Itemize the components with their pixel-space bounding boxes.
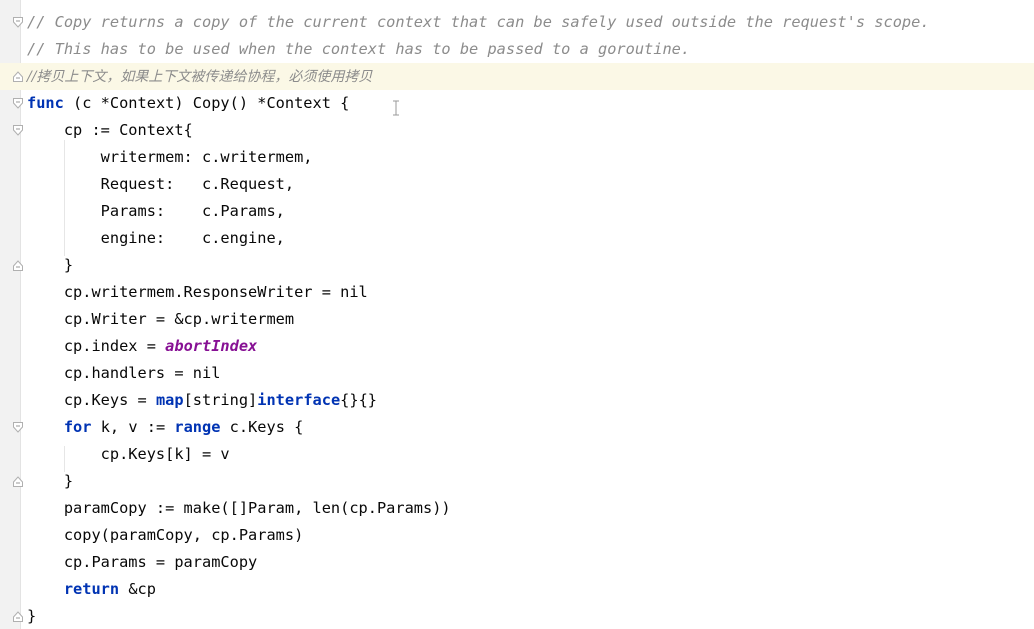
code-token: {}{} (340, 391, 377, 409)
keyword-token: map (155, 391, 184, 409)
keyword-token: range (174, 418, 221, 436)
code-token: &cp (119, 580, 156, 598)
keyword-token: interface (257, 391, 341, 409)
code-token: cp := Context{ (27, 121, 193, 139)
fold-end-icon[interactable] (12, 476, 24, 487)
code-text: copy(paramCopy, cp.Params) (27, 522, 303, 549)
code-text: cp.writermem.ResponseWriter = nil (27, 279, 368, 306)
code-line[interactable]: return &cp (0, 576, 1034, 603)
code-line[interactable]: engine: c.engine, (0, 225, 1034, 252)
code-text: engine: c.engine, (27, 225, 285, 252)
constant-token: abortIndex (165, 337, 258, 355)
code-token: Params: c.Params, (27, 202, 285, 220)
fold-end-icon[interactable] (12, 260, 24, 271)
code-token: cp.Keys = (27, 391, 156, 409)
code-text: } (27, 468, 73, 495)
code-text: Request: c.Request, (27, 171, 294, 198)
code-text: paramCopy := make([]Param, len(cp.Params… (27, 495, 451, 522)
code-token: cp.Writer = &cp.writermem (27, 310, 295, 328)
code-line[interactable]: cp.Keys = map[string]interface{}{} (0, 387, 1034, 414)
keyword-token: return (63, 580, 120, 598)
code-line[interactable]: // Copy returns a copy of the current co… (0, 9, 1034, 36)
fold-collapse-icon[interactable] (12, 98, 24, 109)
code-text: } (27, 603, 36, 629)
code-line[interactable]: writermem: c.writermem, (0, 144, 1034, 171)
code-token: (c *Context) Copy() *Context { (63, 94, 350, 112)
code-text: for k, v := range c.Keys { (27, 414, 303, 441)
code-token: Request: c.Request, (27, 175, 295, 193)
code-text: cp.handlers = nil (27, 360, 221, 387)
code-token: c.Keys { (220, 418, 304, 436)
keyword-token: func (27, 94, 64, 112)
code-token: cp.Keys[k] = v (27, 445, 230, 463)
code-line[interactable]: cp.writermem.ResponseWriter = nil (0, 279, 1034, 306)
code-line[interactable]: copy(paramCopy, cp.Params) (0, 522, 1034, 549)
fold-collapse-icon[interactable] (12, 422, 24, 433)
comment-token: // This has to be used when the context … (27, 40, 691, 58)
code-token: cp.writermem.ResponseWriter = nil (27, 283, 368, 301)
code-line[interactable]: cp := Context{ (0, 117, 1034, 144)
code-token: } (27, 472, 74, 490)
code-text: cp := Context{ (27, 117, 193, 144)
fold-collapse-icon[interactable] (12, 17, 24, 28)
keyword-token: for (63, 418, 92, 436)
code-line[interactable]: Params: c.Params, (0, 198, 1034, 225)
code-text: } (27, 252, 73, 279)
code-text: writermem: c.writermem, (27, 144, 313, 171)
code-line[interactable]: //拷贝上下文，如果上下文被传递给协程，必须使用拷贝 (0, 63, 1034, 90)
code-token: cp.handlers = nil (27, 364, 221, 382)
code-text: cp.Params = paramCopy (27, 549, 257, 576)
code-line[interactable]: cp.Params = paramCopy (0, 549, 1034, 576)
code-text: cp.Keys = map[string]interface{}{} (27, 387, 377, 414)
text-cursor-icon (392, 100, 400, 116)
code-text: cp.Keys[k] = v (27, 441, 230, 468)
code-line[interactable]: func (c *Context) Copy() *Context { (0, 90, 1034, 117)
code-text: cp.Writer = &cp.writermem (27, 306, 294, 333)
code-line[interactable]: Request: c.Request, (0, 171, 1034, 198)
code-line[interactable]: paramCopy := make([]Param, len(cp.Params… (0, 495, 1034, 522)
code-line[interactable]: cp.index = abortIndex (0, 333, 1034, 360)
fold-collapse-icon[interactable] (12, 125, 24, 136)
code-text: // Copy returns a copy of the current co… (27, 9, 930, 36)
indent-guide (64, 446, 65, 472)
comment-token: //拷贝上下文，如果上下文被传递给协程，必须使用拷贝 (27, 69, 373, 85)
code-token: } (27, 256, 74, 274)
code-line[interactable]: } (0, 603, 1034, 629)
code-text: return &cp (27, 576, 156, 603)
code-token: [string] (183, 391, 258, 409)
code-text: Params: c.Params, (27, 198, 285, 225)
fold-end-icon[interactable] (12, 71, 24, 82)
code-line[interactable]: cp.Keys[k] = v (0, 441, 1034, 468)
fold-end-icon[interactable] (12, 611, 24, 622)
code-token: cp.Params = paramCopy (27, 553, 258, 571)
code-editor[interactable]: // Copy returns a copy of the current co… (0, 0, 1034, 629)
code-text: // This has to be used when the context … (27, 36, 690, 63)
code-text: cp.index = abortIndex (27, 333, 257, 360)
code-token: cp.index = (27, 337, 166, 355)
code-line[interactable]: // This has to be used when the context … (0, 36, 1034, 63)
comment-token: // Copy returns a copy of the current co… (27, 13, 930, 31)
code-line[interactable]: for k, v := range c.Keys { (0, 414, 1034, 441)
code-line[interactable]: cp.Writer = &cp.writermem (0, 306, 1034, 333)
code-token: copy(paramCopy, cp.Params) (27, 526, 304, 544)
indent-guide (64, 140, 65, 256)
code-line[interactable]: cp.handlers = nil (0, 360, 1034, 387)
code-token: } (27, 607, 37, 625)
code-text: //拷贝上下文，如果上下文被传递给协程，必须使用拷贝 (27, 63, 372, 91)
code-token: writermem: c.writermem, (27, 148, 313, 166)
code-token: engine: c.engine, (27, 229, 285, 247)
code-line[interactable]: } (0, 468, 1034, 495)
code-line[interactable]: } (0, 252, 1034, 279)
code-token: k, v := (91, 418, 175, 436)
code-token: paramCopy := make([]Param, len(cp.Params… (27, 499, 451, 517)
code-text: func (c *Context) Copy() *Context { (27, 90, 349, 117)
